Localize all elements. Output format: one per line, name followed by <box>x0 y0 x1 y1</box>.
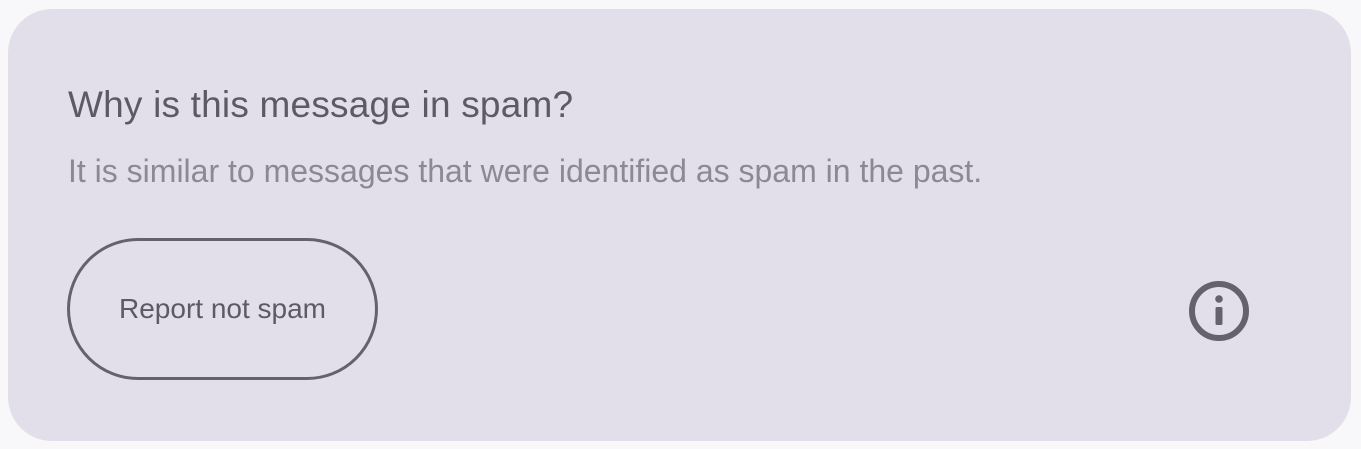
info-icon-graphic <box>1189 281 1249 341</box>
spam-notice-title: Why is this message in spam? <box>68 84 574 125</box>
info-icon[interactable] <box>1188 280 1250 342</box>
spam-notice-card: Why is this message in spam? It is simil… <box>8 9 1351 441</box>
report-not-spam-button[interactable]: Report not spam <box>67 238 378 380</box>
report-not-spam-label: Report not spam <box>119 293 326 324</box>
spam-notice-description: It is similar to messages that were iden… <box>68 153 983 189</box>
